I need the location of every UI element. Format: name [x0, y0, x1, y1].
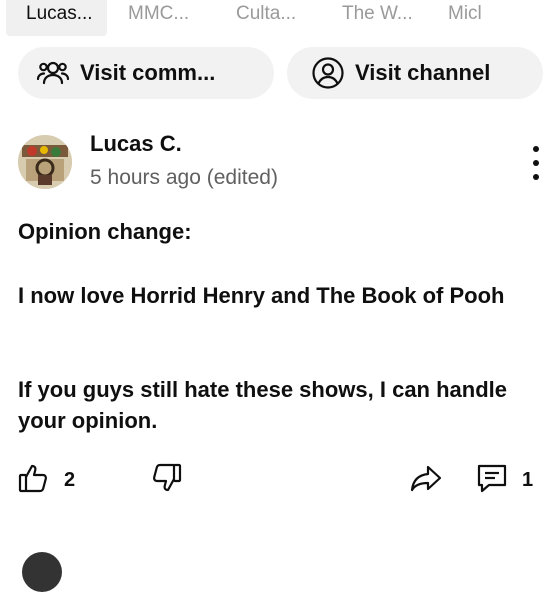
post-text-line: Opinion change:	[18, 219, 192, 244]
tab-label: Lucas...	[26, 3, 93, 24]
tab-label: Culta...	[236, 3, 297, 24]
author-avatar[interactable]	[18, 135, 72, 189]
next-post-avatar[interactable]	[22, 552, 62, 592]
tab-culta[interactable]: Culta...	[236, 0, 296, 36]
tab-label: The W...	[342, 3, 413, 24]
tab-mmc[interactable]: MMC...	[128, 0, 189, 36]
tab-the-w[interactable]: The W...	[342, 0, 413, 36]
author-name[interactable]: Lucas C.	[90, 131, 182, 157]
post-text-line: I now love Horrid Henry and The Book of …	[18, 283, 505, 308]
visit-channel-label: Visit channel	[355, 60, 491, 85]
share-button[interactable]	[408, 460, 444, 500]
share-icon	[408, 460, 444, 501]
tab-lucas[interactable]: Lucas...	[6, 0, 107, 36]
post-timestamp: 5 hours ago (edited)	[90, 166, 278, 189]
comment-icon	[474, 460, 510, 501]
thumbs-down-icon	[148, 460, 184, 501]
visit-community-label: Visit comm...	[80, 60, 216, 85]
visit-channel-button[interactable]: Visit channel	[287, 47, 543, 99]
account-circle-icon	[311, 56, 345, 90]
tab-micl[interactable]: Micl	[448, 0, 482, 36]
visit-community-button[interactable]: Visit comm...	[18, 47, 274, 99]
channel-tabs: Lucas... MMC... Culta... The W... Micl	[0, 0, 560, 36]
like-button[interactable]: 2	[16, 460, 75, 500]
comment-button[interactable]: 1	[474, 460, 533, 500]
comment-count: 1	[522, 468, 534, 491]
tab-label: MMC...	[128, 3, 190, 24]
more-vertical-icon[interactable]	[526, 146, 546, 180]
like-count: 2	[64, 468, 76, 491]
tab-label: Micl	[448, 3, 482, 24]
post-text-line: If you guys still hate these shows, I ca…	[18, 377, 508, 433]
thumbs-up-icon	[16, 460, 52, 501]
dislike-button[interactable]	[148, 460, 184, 500]
community-icon	[36, 56, 70, 90]
